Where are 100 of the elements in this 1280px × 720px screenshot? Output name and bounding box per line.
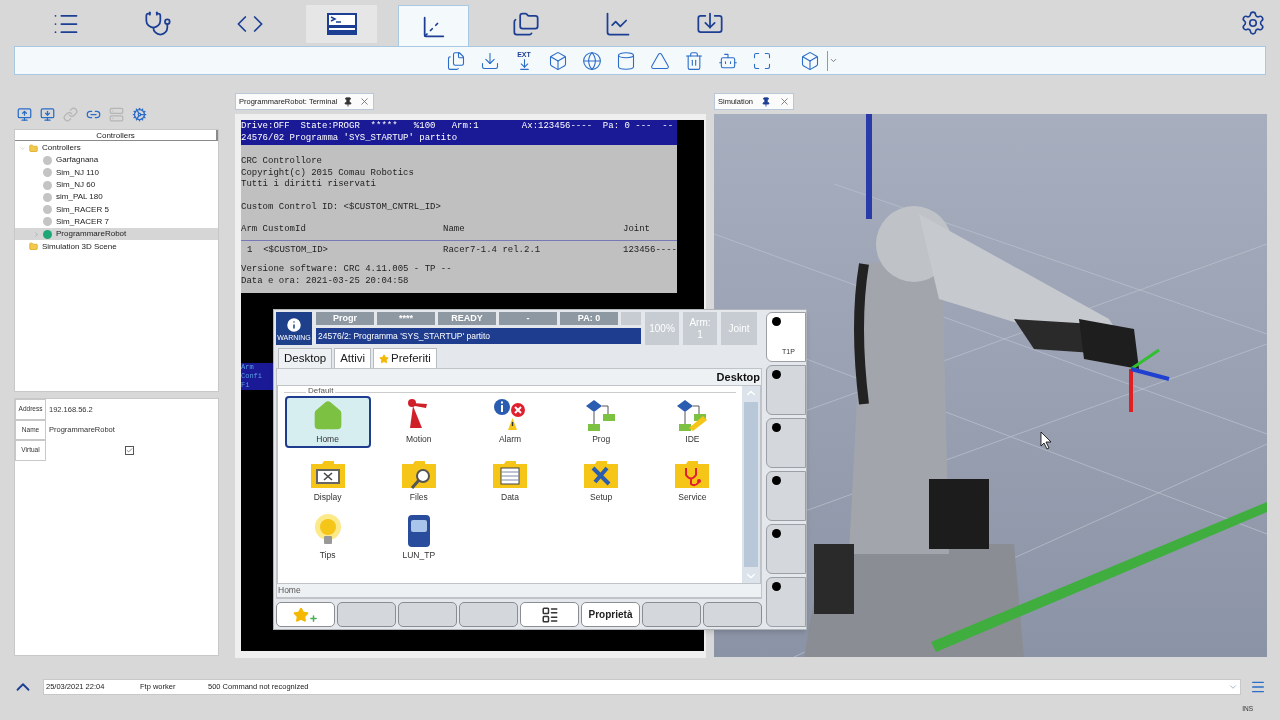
terminal-column-header: Name	[443, 224, 466, 236]
app-launcher[interactable]: Alarm	[467, 396, 553, 448]
tab[interactable]: Desktop	[278, 348, 333, 368]
folder-icon	[29, 242, 38, 251]
side-key[interactable]	[766, 524, 806, 574]
menu-icon[interactable]	[1250, 679, 1266, 695]
terminal-line: Tutti i diritti riservati	[241, 179, 378, 191]
app-launcher[interactable]: Tips	[284, 512, 371, 564]
status-cell	[621, 312, 641, 325]
app-launcher[interactable]: Motion	[375, 396, 462, 448]
settings-button[interactable]	[1240, 10, 1266, 36]
sphere-icon	[582, 50, 602, 71]
app-launcher[interactable]: LUN_TP	[375, 512, 462, 564]
flowchart-pencil-icon	[675, 398, 710, 432]
tree-item[interactable]: sim_PAL 180	[56, 191, 103, 204]
trash-icon	[684, 50, 704, 71]
status-cell: READY	[438, 312, 496, 325]
link-icon	[62, 106, 78, 122]
settings-icon	[131, 106, 147, 122]
pointer-cursor-icon	[1040, 431, 1052, 450]
side-key[interactable]	[766, 365, 806, 415]
terminal-line: Custom Control ID: <$CUSTOM_CNTRL_ID>	[241, 201, 442, 213]
tab[interactable]: Attivi	[334, 348, 372, 368]
fit-view-icon	[752, 50, 772, 71]
soft-key[interactable]: Proprietà	[581, 602, 640, 627]
status-cell: -	[499, 312, 557, 325]
terminal-cell-text: Racer7-1.4 rel.2.1	[443, 244, 542, 256]
app-launcher[interactable]: Display	[284, 454, 371, 506]
nav-tab[interactable]	[306, 5, 377, 43]
app-launcher[interactable]: Service	[649, 454, 736, 506]
app-launcher[interactable]: Prog	[558, 396, 645, 448]
checkbox[interactable]	[125, 445, 134, 455]
tab[interactable]: Preferiti	[373, 348, 437, 368]
terminal-line: CRC Controllore	[241, 156, 323, 168]
folder-icon	[29, 143, 38, 153]
terminal-line: Drive:OFF State:PROGR ***** %100 Arm:1 Ax:123456---- Pa: 0 --- --	[241, 121, 675, 133]
tree-item[interactable]: Garfagnana	[56, 154, 99, 167]
terminal-column-header: Joint	[623, 224, 650, 236]
pin-icon[interactable]	[343, 96, 354, 107]
section-heading: Desktop	[716, 369, 760, 385]
tree-item[interactable]: Sim_NJ 110	[56, 166, 99, 179]
settings-icon	[1240, 10, 1266, 36]
pin-icon[interactable]	[761, 96, 772, 107]
status-readout: Joint	[721, 312, 757, 345]
download-icon	[517, 57, 531, 71]
status-cell: Progr	[316, 312, 374, 325]
side-key[interactable]	[766, 471, 806, 521]
tree-item[interactable]: Sim_RACER 5	[56, 203, 109, 216]
simulation-viewport[interactable]	[714, 114, 1267, 657]
add-controller-icon	[16, 106, 32, 122]
check-icon	[126, 446, 133, 454]
folders-icon	[511, 10, 540, 38]
terminal-line: Versione software: CRC 4.11.005 - TP --	[241, 264, 453, 276]
app-launcher[interactable]: Setup	[558, 454, 645, 506]
terminal-line: Data e ora: 2021-03-25 20:04:58	[241, 275, 410, 287]
tree-item[interactable]: Sim_RACER 7	[56, 215, 109, 228]
app-launcher[interactable]: IDE	[649, 396, 736, 448]
terminal-column-header: Arm CustomId	[241, 224, 307, 236]
box-icon	[548, 50, 568, 71]
download-icon	[480, 50, 500, 71]
soft-key[interactable]	[520, 602, 579, 627]
terminal-icon	[326, 13, 357, 35]
storage-icon	[108, 106, 124, 122]
panel-tool-button[interactable]	[16, 106, 32, 122]
panel-tool-button[interactable]	[131, 106, 147, 122]
alarm-icon	[493, 398, 527, 432]
folder-variables-icon	[309, 458, 346, 490]
dropdown-caret-button[interactable]	[827, 50, 838, 71]
cone-icon	[650, 50, 670, 71]
terminal-line: 24576/02 Programma 'SYS_STARTUP' partito	[241, 132, 459, 144]
terminal-line: Copyright(c) 2015 Comau Robotics	[241, 167, 415, 179]
folder-table-icon	[492, 458, 528, 490]
stethoscope-icon	[143, 10, 172, 38]
status-cell: PA: 0	[560, 312, 618, 325]
terminal-cell-text: 1 <$CUSTOM_ID>	[247, 244, 329, 256]
star-icon	[379, 353, 390, 364]
close-icon[interactable]	[359, 96, 371, 107]
status-cell: ****	[377, 312, 435, 325]
tree-item[interactable]: Sim_NJ 60	[56, 179, 96, 192]
tree-item[interactable]: Controllers	[42, 142, 81, 155]
folder-stethoscope-icon	[674, 458, 711, 490]
side-key[interactable]	[766, 577, 806, 627]
close-icon[interactable]	[779, 96, 791, 107]
wireframe-box-icon	[800, 50, 820, 71]
app-launcher[interactable]: Data	[467, 454, 553, 506]
info-icon	[285, 316, 303, 334]
app-launcher[interactable]: Files	[375, 454, 462, 506]
side-key[interactable]	[766, 418, 806, 468]
group-label: Default	[306, 386, 336, 396]
teach-pendant-icon	[406, 514, 431, 548]
message-bar: 24576/2: Programma 'SYS_STARTUP' partito	[316, 328, 641, 344]
app-launcher[interactable]: Home	[284, 396, 371, 448]
column-header: Controllers	[15, 130, 218, 141]
panel-tool-button[interactable]	[39, 106, 55, 122]
terminal-cell: 123456----	[623, 244, 677, 256]
import-controller-icon	[39, 106, 55, 122]
tree-item[interactable]: Simulation 3D Scene	[42, 240, 117, 253]
cylinder-icon	[616, 50, 636, 71]
layout-list-icon	[540, 605, 559, 624]
path-field: Home	[277, 584, 761, 598]
